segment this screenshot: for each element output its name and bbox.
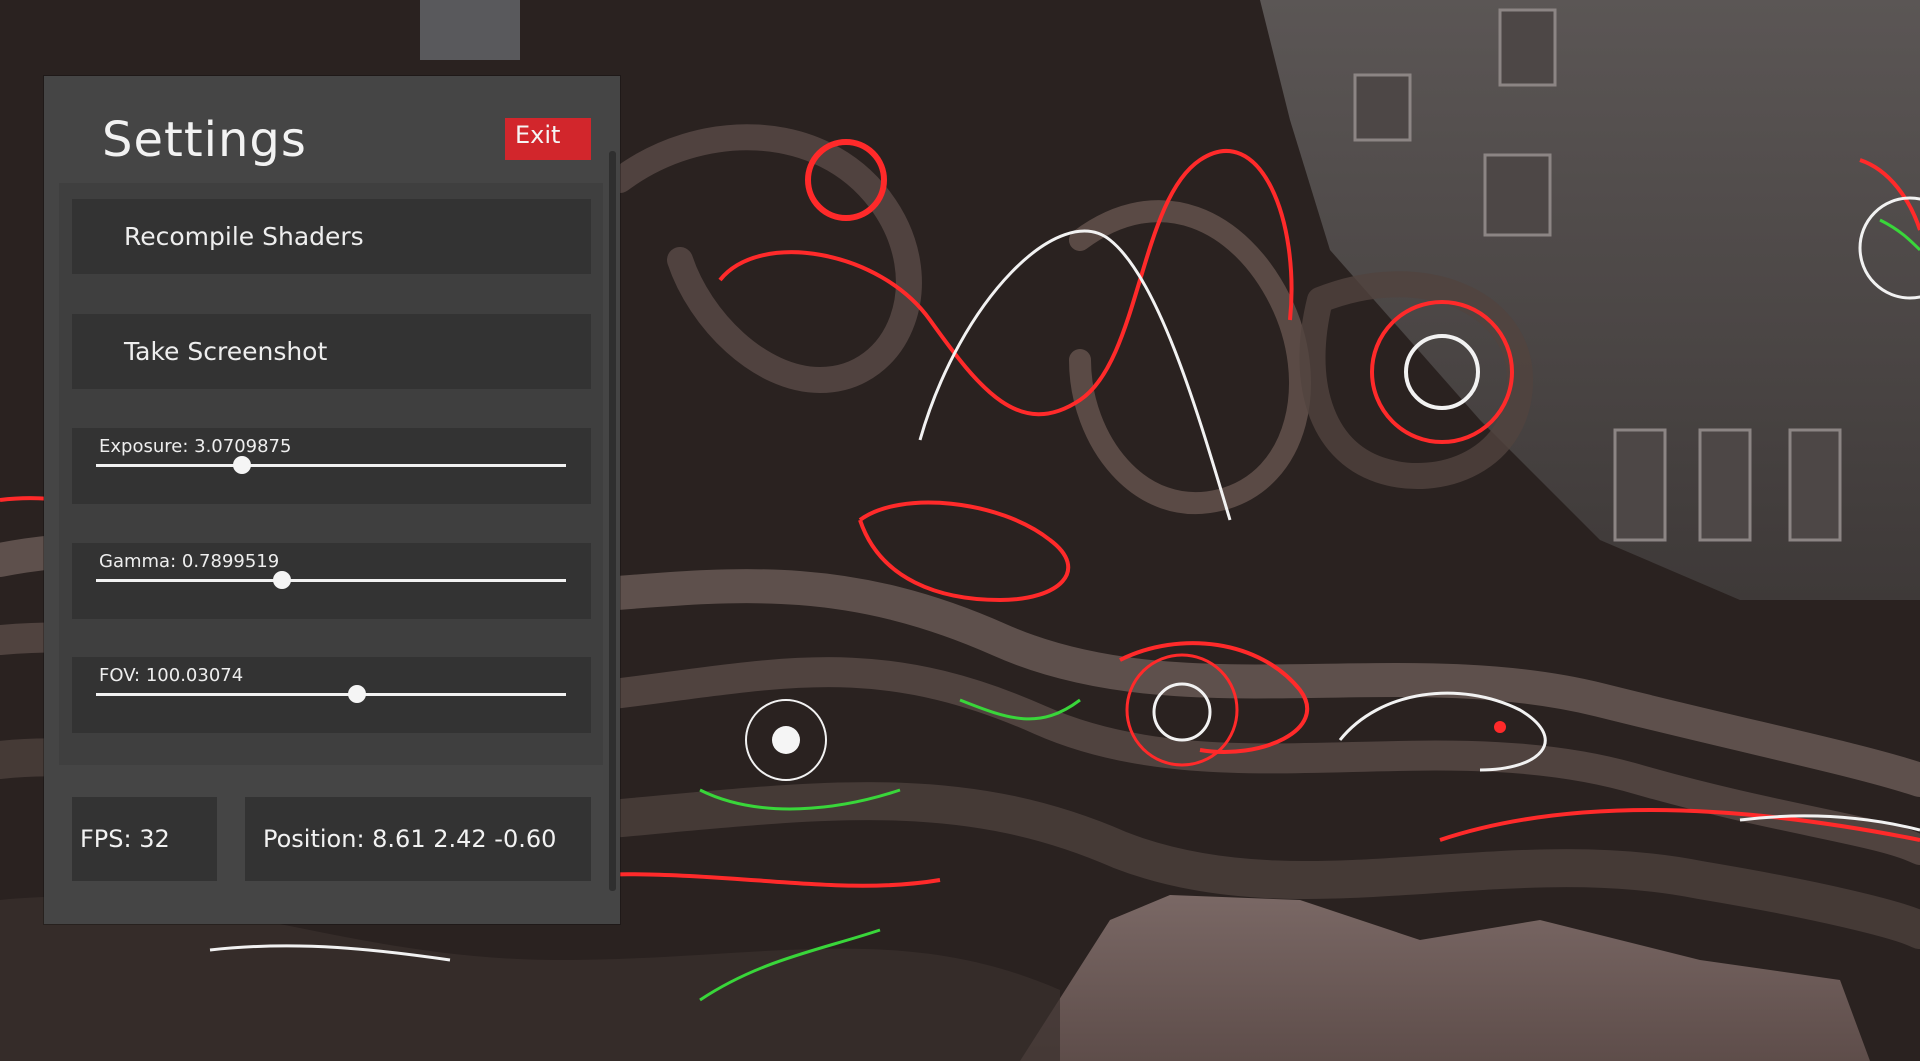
recompile-shaders-button[interactable]: Recompile Shaders: [72, 199, 591, 274]
gamma-slider-track[interactable]: [96, 571, 566, 589]
fov-slider-thumb[interactable]: [347, 685, 366, 703]
exposure-slider-track[interactable]: [96, 456, 566, 474]
fov-slider-box: FOV: 100.03074: [72, 657, 591, 733]
exit-button[interactable]: Exit: [505, 118, 591, 160]
exposure-slider-box: Exposure: 3.0709875: [72, 428, 591, 504]
gamma-slider-thumb[interactable]: [272, 571, 291, 589]
exposure-slider-thumb[interactable]: [232, 456, 251, 474]
exposure-label: Exposure: 3.0709875: [99, 436, 292, 457]
fps-readout: FPS: 32: [72, 797, 217, 881]
take-screenshot-button[interactable]: Take Screenshot: [72, 314, 591, 389]
background-courtyard: [420, 0, 520, 60]
fov-label: FOV: 100.03074: [99, 665, 244, 686]
white-spot: [772, 726, 800, 754]
gamma-slider-box: Gamma: 0.7899519: [72, 543, 591, 619]
settings-panel: Settings Exit Recompile Shaders Take Scr…: [44, 76, 620, 924]
fov-slider-track[interactable]: [96, 685, 566, 703]
settings-title: Settings: [102, 112, 307, 168]
settings-scrollbar[interactable]: [609, 151, 616, 891]
gamma-label: Gamma: 0.7899519: [99, 551, 280, 572]
red-ring: [1494, 721, 1506, 733]
position-readout: Position: 8.61 2.42 -0.60: [245, 797, 591, 881]
